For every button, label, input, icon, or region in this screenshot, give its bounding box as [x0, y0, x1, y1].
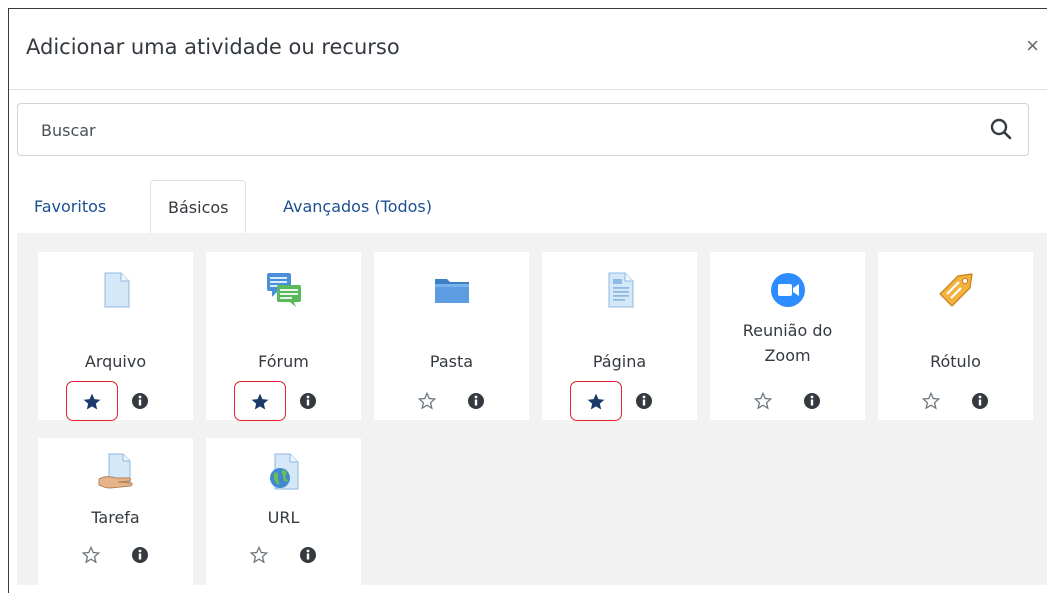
- page-icon: [600, 270, 640, 310]
- info-button[interactable]: [296, 543, 320, 567]
- activity-card-forum[interactable]: Fórum: [206, 252, 361, 421]
- favourite-star-button[interactable]: [66, 381, 118, 421]
- star-outline-icon: [81, 545, 101, 564]
- star-filled-icon: [83, 393, 101, 410]
- forum-icon: [264, 270, 304, 310]
- activity-label: Página: [592, 352, 647, 371]
- info-icon: [300, 393, 316, 409]
- info-icon: [132, 547, 148, 563]
- activity-grid: Arquivo Fórum Pasta Página Reunião do Zo…: [17, 233, 1047, 588]
- favourite-star-button[interactable]: [66, 535, 118, 575]
- info-button[interactable]: [464, 389, 488, 413]
- activity-label: Pasta: [429, 352, 474, 371]
- star-outline-icon: [249, 545, 269, 564]
- favourite-star-button[interactable]: [234, 535, 286, 575]
- info-button[interactable]: [632, 389, 656, 413]
- search-icon[interactable]: [989, 117, 1013, 146]
- info-icon: [636, 393, 652, 409]
- search-box: [17, 103, 1029, 157]
- favourite-star-button[interactable]: [906, 381, 958, 421]
- info-button[interactable]: [296, 389, 320, 413]
- info-icon: [132, 393, 148, 409]
- info-button[interactable]: [128, 543, 152, 567]
- star-outline-icon: [417, 391, 437, 410]
- info-icon: [804, 393, 820, 409]
- star-outline-icon: [921, 391, 941, 410]
- activity-card-arquivo[interactable]: Arquivo: [38, 252, 193, 421]
- activity-card-rotulo[interactable]: Rótulo: [878, 252, 1033, 420]
- tab-avancados[interactable]: Avançados (Todos): [266, 180, 449, 233]
- star-outline-icon: [753, 391, 773, 410]
- info-button[interactable]: [128, 389, 152, 413]
- favourite-star-button[interactable]: [570, 381, 622, 421]
- folder-icon: [432, 270, 472, 310]
- modal-title: Adicionar uma atividade ou recurso: [26, 35, 400, 59]
- activity-card-pasta[interactable]: Pasta: [374, 252, 529, 420]
- info-button[interactable]: [968, 389, 992, 413]
- activity-label: Arquivo: [84, 352, 147, 371]
- search-input[interactable]: [39, 104, 943, 157]
- favourite-star-button[interactable]: [738, 381, 790, 421]
- activity-label: Fórum: [258, 352, 309, 371]
- tab-basicos[interactable]: Básicos: [150, 180, 247, 234]
- favourite-star-button[interactable]: [234, 381, 286, 421]
- activity-label: Tarefa: [91, 508, 140, 527]
- modal-header: Adicionar uma atividade ou recurso ×: [9, 9, 1047, 90]
- info-icon: [972, 393, 988, 409]
- activity-card-tarefa[interactable]: Tarefa: [38, 438, 193, 588]
- tab-bar: Favoritos Básicos Avançados (Todos): [17, 180, 1047, 234]
- label-icon: [936, 270, 976, 310]
- star-filled-icon: [587, 393, 605, 410]
- activity-label: Reunião do Zoom: [742, 321, 833, 365]
- activity-card-url[interactable]: URL: [206, 438, 361, 588]
- activity-label: URL: [267, 508, 300, 527]
- zoom-icon: [768, 270, 808, 310]
- assignment-icon: [96, 452, 136, 492]
- info-icon: [468, 393, 484, 409]
- activity-card-pagina[interactable]: Página: [542, 252, 697, 421]
- activity-card-zoom[interactable]: Reunião do Zoom: [710, 252, 865, 420]
- info-button[interactable]: [800, 389, 824, 413]
- url-icon: [264, 452, 304, 492]
- file-icon: [96, 270, 136, 310]
- favourite-star-button[interactable]: [402, 381, 454, 421]
- star-filled-icon: [251, 393, 269, 410]
- info-icon: [300, 547, 316, 563]
- tab-favoritos[interactable]: Favoritos: [17, 180, 123, 233]
- activity-label: Rótulo: [930, 352, 981, 371]
- close-button[interactable]: ×: [1026, 35, 1039, 57]
